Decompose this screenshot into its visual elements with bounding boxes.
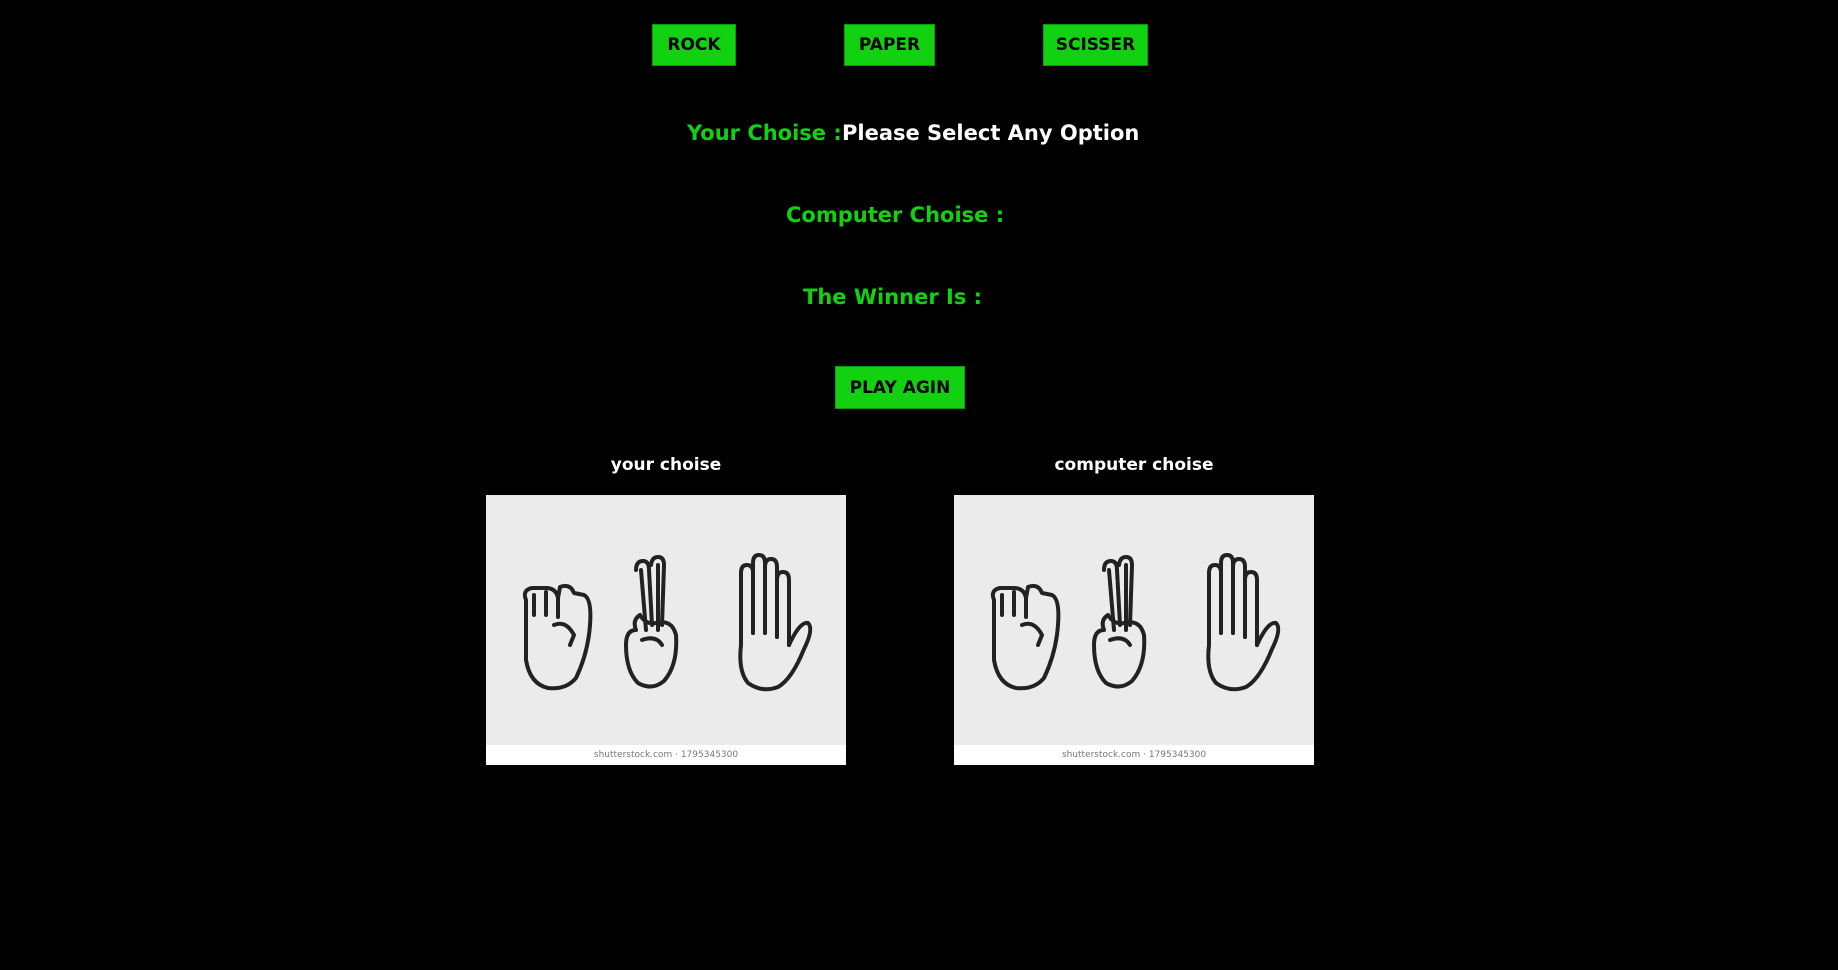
watermark-text: shutterstock.com · 1795345300 bbox=[954, 745, 1314, 765]
hand-gestures-icon bbox=[522, 553, 813, 692]
computer-choice-caption: computer choise bbox=[1054, 455, 1214, 475]
rock-button[interactable]: ROCK bbox=[652, 24, 736, 66]
computer-choice-label: Computer Choise : bbox=[786, 203, 1005, 227]
play-again-button[interactable]: PLAY AGIN bbox=[835, 366, 965, 409]
your-choice-label: Your Choise : bbox=[687, 121, 842, 145]
game-page: ROCK PAPER SCISSER Your Choise : Please … bbox=[0, 0, 1838, 970]
hand-gestures-icon bbox=[990, 553, 1281, 692]
your-choice-value: Please Select Any Option bbox=[842, 121, 1140, 145]
paper-button[interactable]: PAPER bbox=[844, 24, 935, 66]
winner-label: The Winner Is : bbox=[803, 285, 983, 309]
your-choice-image: shutterstock.com · 1795345300 bbox=[486, 495, 846, 765]
your-choice-caption: your choise bbox=[610, 455, 722, 475]
watermark-text: shutterstock.com · 1795345300 bbox=[486, 745, 846, 765]
scissor-button[interactable]: SCISSER bbox=[1043, 24, 1148, 66]
computer-choice-image: shutterstock.com · 1795345300 bbox=[954, 495, 1314, 765]
